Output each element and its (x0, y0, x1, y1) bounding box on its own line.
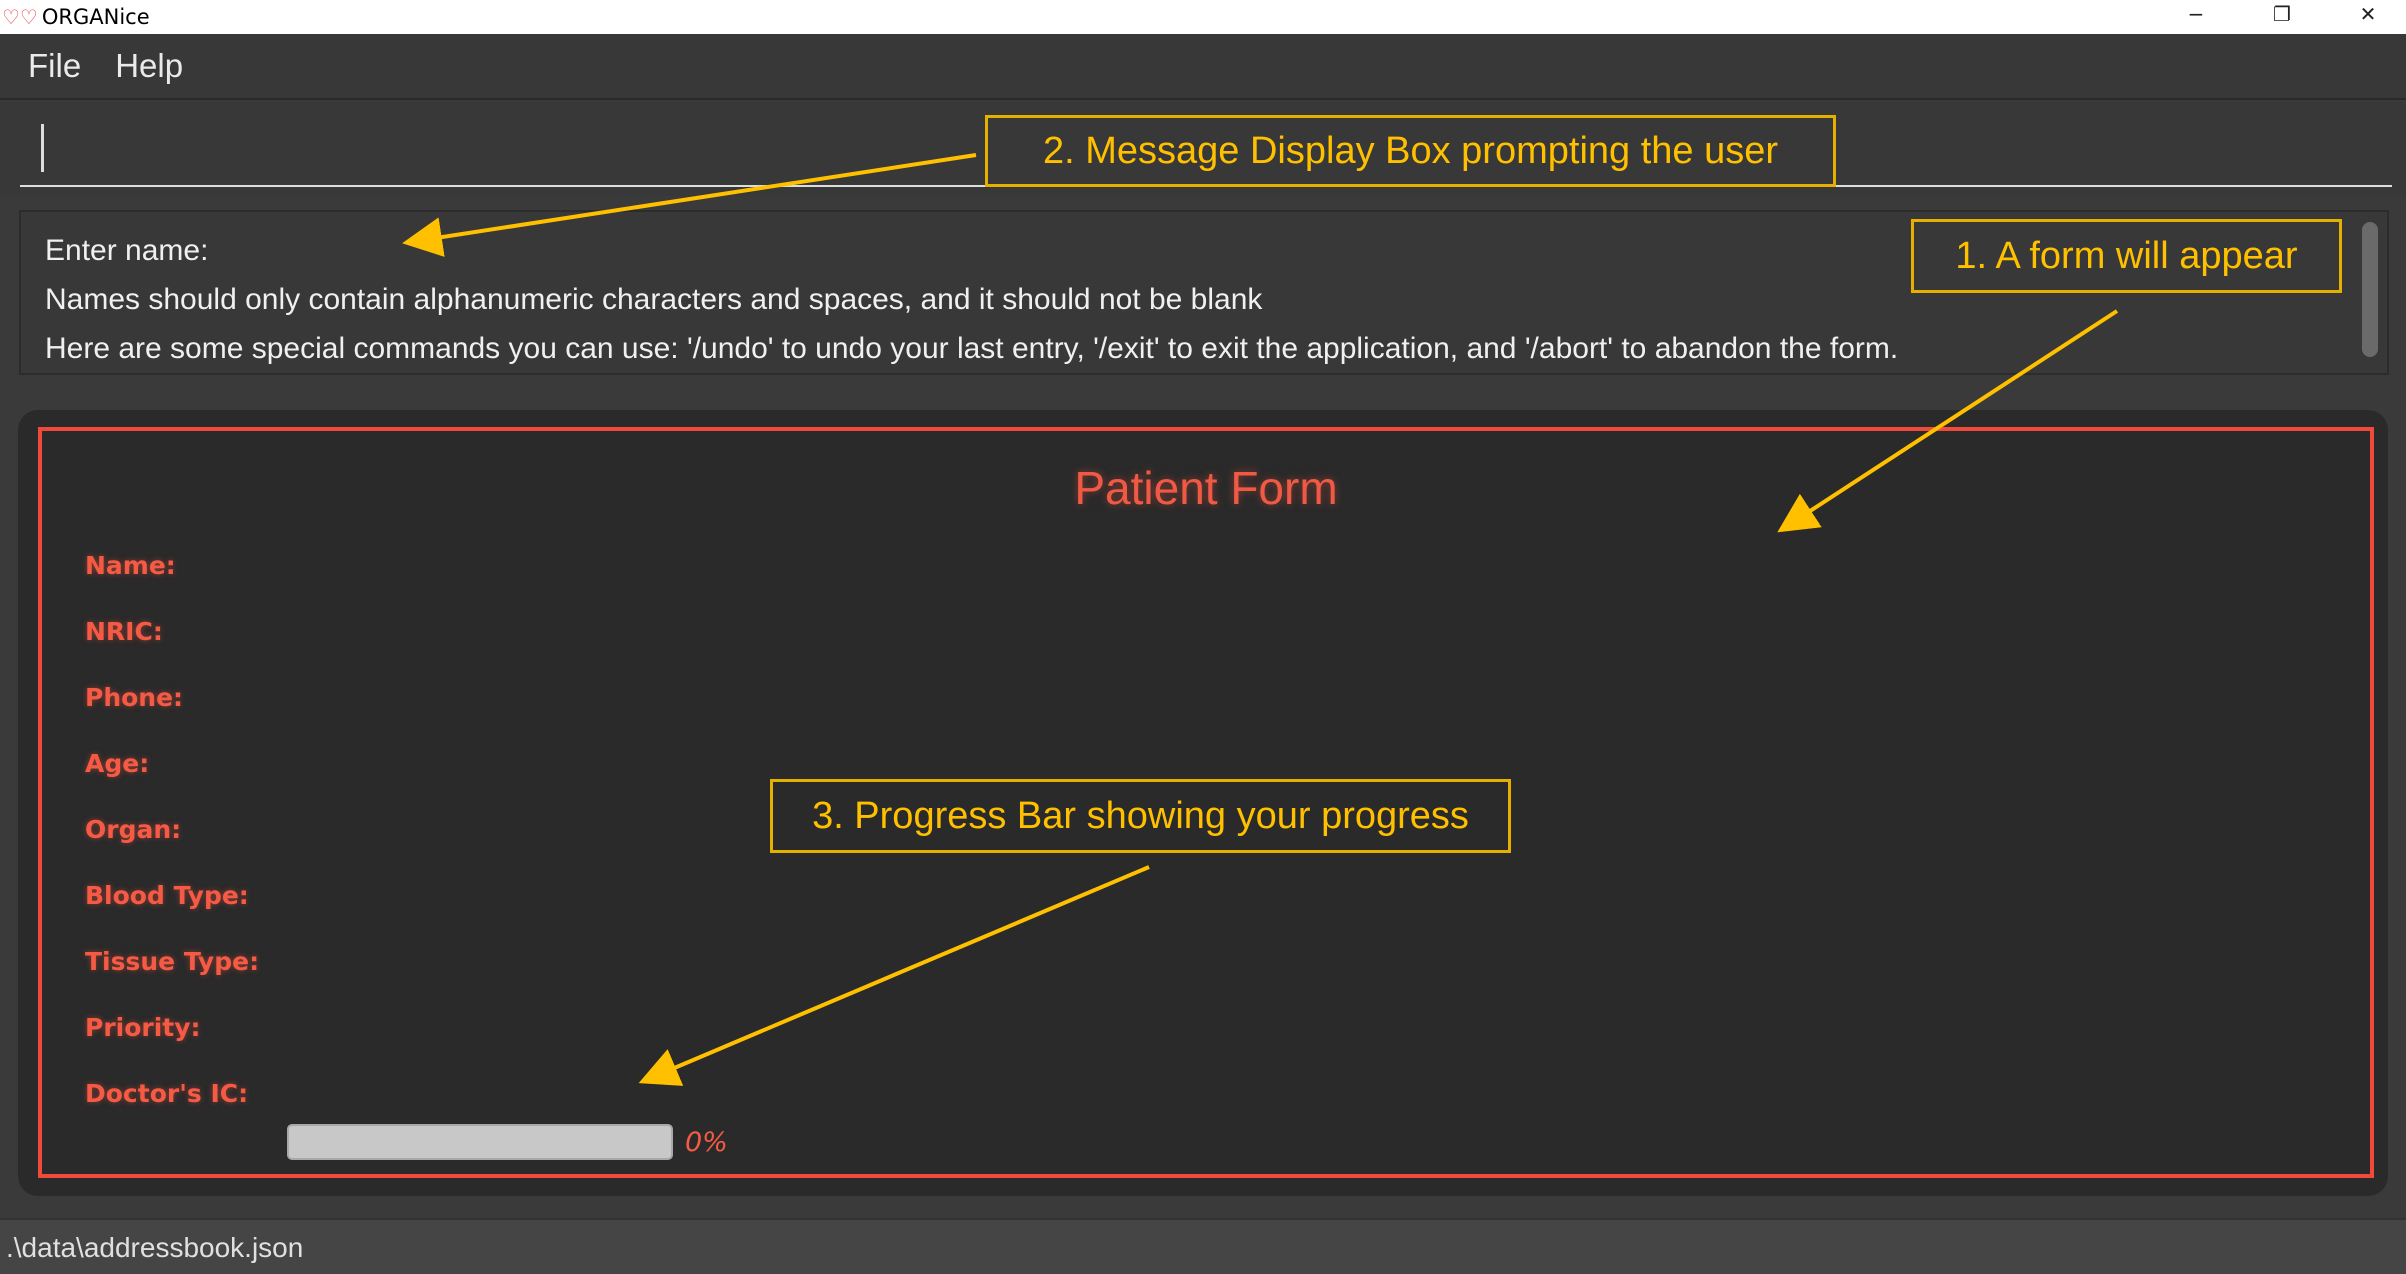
annotation-1: 1. A form will appear (1911, 219, 2342, 293)
arrow-2 (402, 153, 977, 257)
arrow-3 (638, 865, 1150, 1086)
annotation-3: 3. Progress Bar showing your progress (770, 779, 1511, 853)
annotation-2: 2. Message Display Box prompting the use… (985, 115, 1836, 187)
arrow-1 (1777, 309, 2119, 533)
annotation-arrows (402, 153, 2119, 1086)
